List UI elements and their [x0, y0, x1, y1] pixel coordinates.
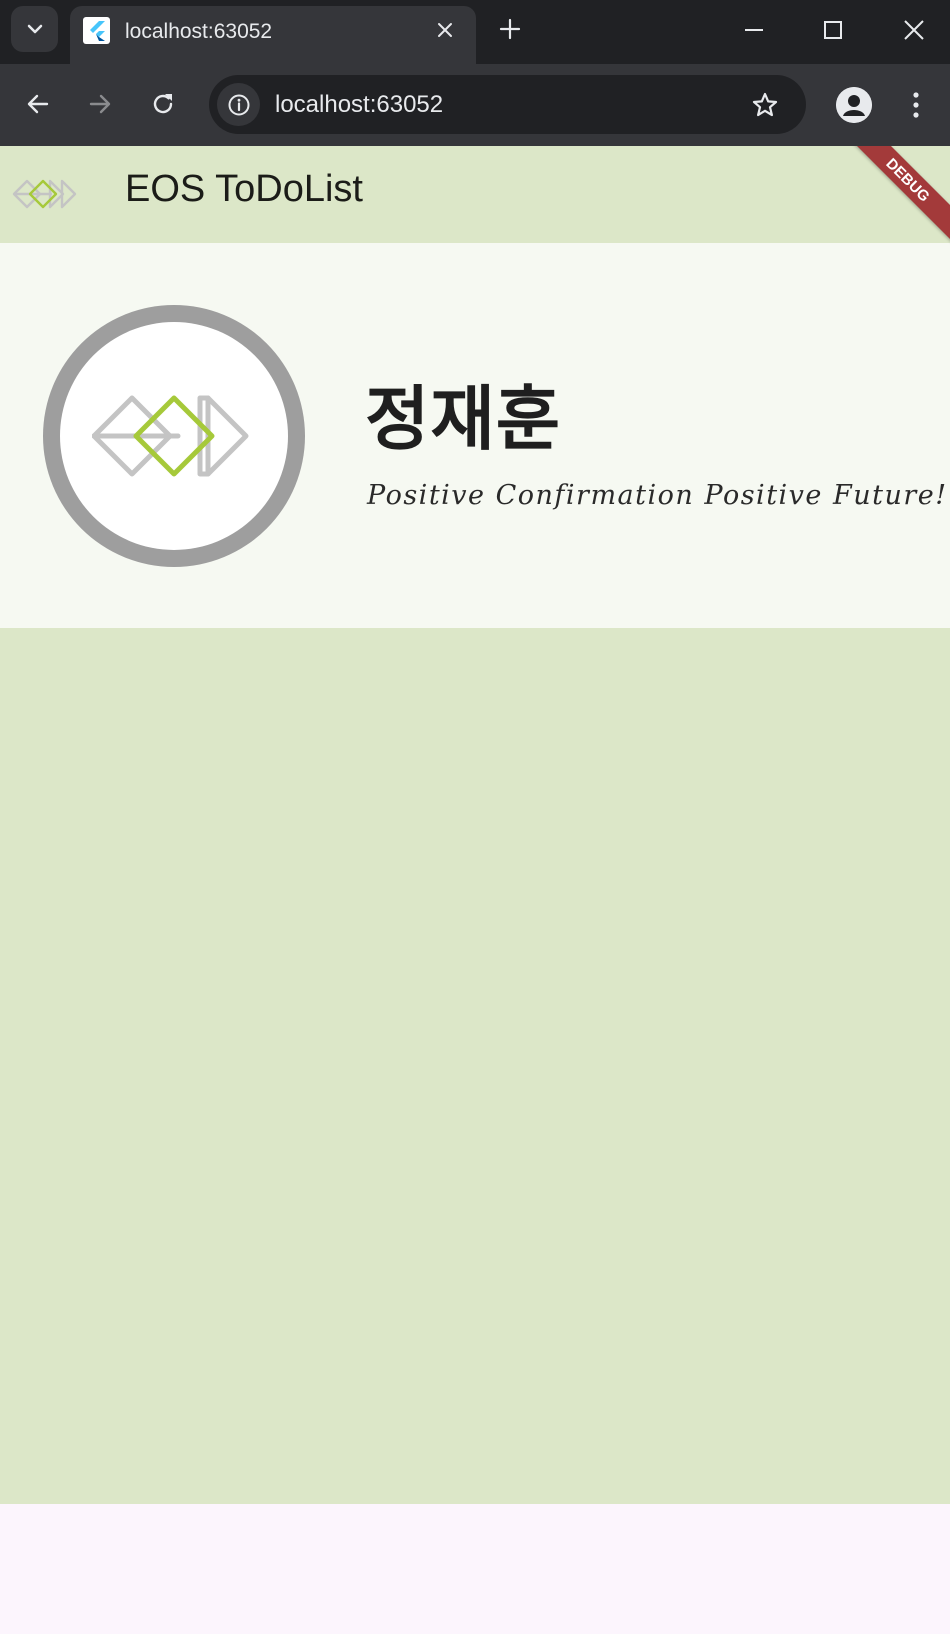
- bookmark-button[interactable]: [749, 89, 781, 121]
- browser-toolbar: localhost:63052: [0, 64, 950, 146]
- eos-logo-icon: [12, 179, 77, 209]
- close-icon: [438, 23, 452, 37]
- tab-close-button[interactable]: [435, 20, 455, 40]
- app-bar: EOS ToDoList: [0, 146, 950, 243]
- tab-search-button[interactable]: [11, 6, 58, 52]
- minimize-icon: [745, 29, 763, 31]
- new-tab-button[interactable]: [495, 14, 525, 44]
- tab-title: localhost:63052: [125, 20, 273, 43]
- profile-name: 정재훈: [365, 378, 562, 460]
- reload-icon: [153, 94, 173, 114]
- avatar-inner: [60, 322, 288, 550]
- profile-card: 정재훈 Positive Confirmation Positive Futur…: [0, 243, 950, 628]
- address-bar[interactable]: localhost:63052: [209, 75, 806, 134]
- window-close-button[interactable]: [896, 12, 932, 48]
- avatar: [43, 305, 305, 567]
- app-viewport: EOS ToDoList 정재훈 Positive Confirmation P…: [0, 146, 950, 1634]
- arrow-right-icon: [89, 94, 111, 114]
- star-icon: [752, 92, 778, 117]
- plus-icon: [499, 18, 521, 40]
- eos-logo-icon: [92, 395, 249, 477]
- more-vert-icon: [913, 92, 919, 118]
- todo-list-area: [0, 628, 950, 1504]
- reload-button[interactable]: [145, 86, 181, 122]
- maximize-button[interactable]: [815, 12, 851, 48]
- user-icon: [836, 87, 872, 123]
- chevron-down-icon: [27, 24, 42, 34]
- browser-menu-button[interactable]: [902, 86, 930, 124]
- arrow-left-icon: [27, 94, 49, 114]
- flutter-icon: [83, 17, 110, 44]
- info-icon: [228, 94, 249, 115]
- forward-button[interactable]: [82, 86, 118, 122]
- browser-tab[interactable]: localhost:63052: [70, 6, 476, 64]
- profile-button[interactable]: [836, 87, 872, 123]
- profile-motto: Positive Confirmation Positive Future!: [367, 480, 948, 511]
- url-text[interactable]: localhost:63052: [275, 91, 443, 119]
- close-icon: [904, 20, 924, 40]
- site-info-button[interactable]: [217, 83, 260, 126]
- back-button[interactable]: [20, 86, 56, 122]
- minimize-button[interactable]: [736, 12, 772, 48]
- browser-tabstrip: localhost:63052: [0, 0, 950, 64]
- app-title: EOS ToDoList: [125, 168, 363, 210]
- maximize-icon: [824, 21, 842, 39]
